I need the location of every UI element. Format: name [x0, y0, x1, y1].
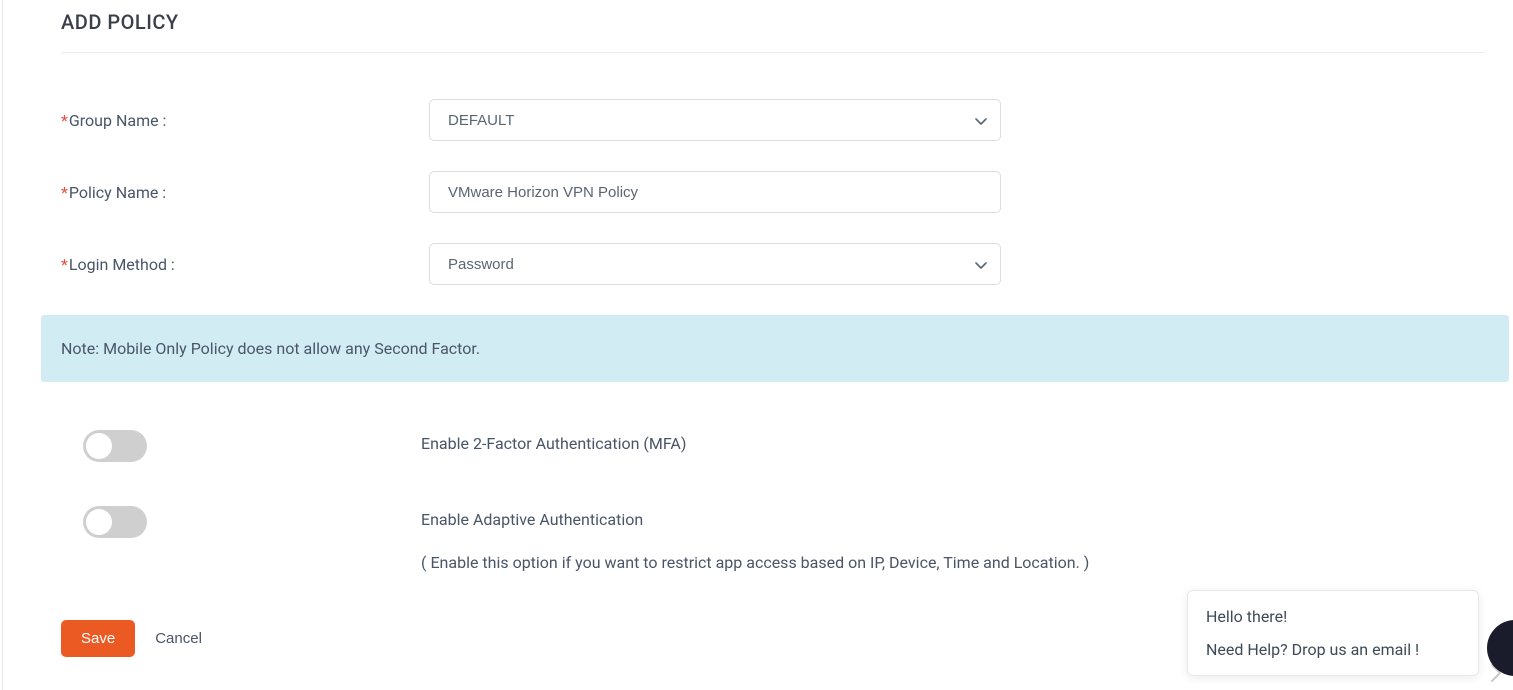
help-bubble[interactable]: Hello there! Need Help? Drop us an email…	[1187, 590, 1479, 676]
login-method-label: * Login Method :	[61, 255, 429, 274]
login-method-label-text: Login Method :	[69, 255, 175, 274]
group-name-label-text: Group Name :	[69, 111, 167, 130]
adaptive-toggle-label-cell: Enable Adaptive Authentication ( Enable …	[421, 506, 1513, 572]
help-message: Need Help? Drop us an email !	[1206, 640, 1460, 659]
login-method-select-wrap: Password	[429, 243, 1001, 285]
mfa-toggle-row: Enable 2-Factor Authentication (MFA)	[61, 430, 1513, 462]
group-name-label: * Group Name :	[61, 111, 429, 130]
cancel-button[interactable]: Cancel	[155, 630, 202, 647]
policy-name-label: * Policy Name :	[61, 183, 429, 202]
login-method-row: * Login Method : Password	[61, 243, 1513, 285]
policy-name-input[interactable]	[429, 171, 1001, 213]
page-title: ADD POLICY	[61, 10, 1513, 34]
info-banner-text: Note: Mobile Only Policy does not allow …	[61, 339, 480, 358]
add-policy-form: ADD POLICY * Group Name : DEFAULT * Poli…	[2, 0, 1513, 690]
adaptive-toggle-row: Enable Adaptive Authentication ( Enable …	[61, 506, 1513, 572]
divider	[61, 52, 1485, 53]
group-name-select-wrap: DEFAULT	[429, 99, 1001, 141]
info-banner: Note: Mobile Only Policy does not allow …	[41, 315, 1509, 382]
policy-name-row: * Policy Name :	[61, 171, 1513, 213]
help-greeting: Hello there!	[1206, 607, 1460, 626]
mfa-toggle-cell	[61, 430, 421, 462]
mfa-toggle-label: Enable 2-Factor Authentication (MFA)	[421, 430, 1513, 453]
group-name-row: * Group Name : DEFAULT	[61, 99, 1513, 141]
toggle-knob	[86, 509, 112, 535]
policy-name-label-text: Policy Name :	[69, 183, 166, 202]
adaptive-toggle-label: Enable Adaptive Authentication	[421, 510, 1513, 529]
mfa-toggle[interactable]	[83, 430, 147, 462]
login-method-select[interactable]: Password	[429, 243, 1001, 285]
toggle-knob	[86, 433, 112, 459]
save-button[interactable]: Save	[61, 620, 135, 657]
required-asterisk: *	[61, 183, 68, 202]
adaptive-toggle[interactable]	[83, 506, 147, 538]
group-name-select[interactable]: DEFAULT	[429, 99, 1001, 141]
adaptive-toggle-sublabel: ( Enable this option if you want to rest…	[421, 553, 1513, 572]
required-asterisk: *	[61, 255, 68, 274]
adaptive-toggle-cell	[61, 506, 421, 538]
required-asterisk: *	[61, 111, 68, 130]
